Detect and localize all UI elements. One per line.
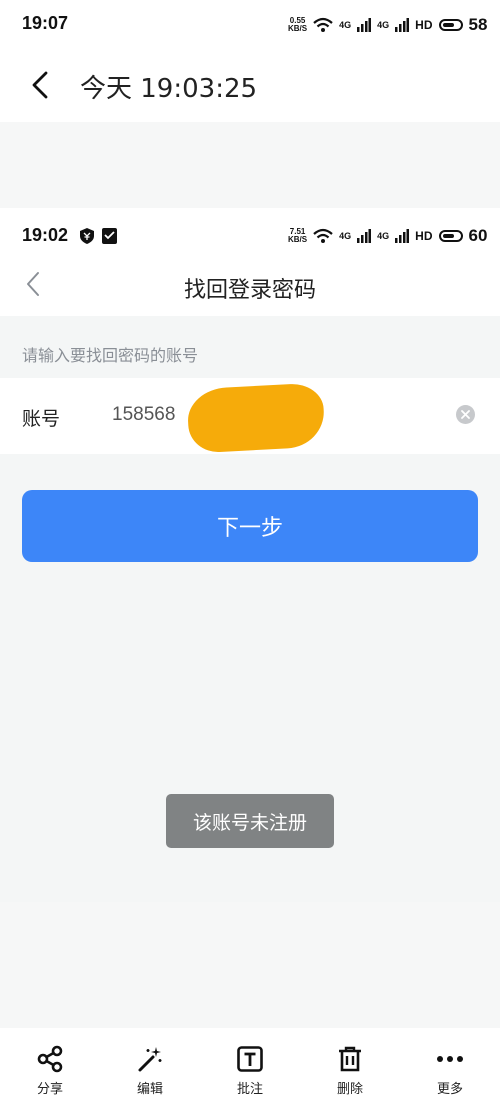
signal-bars-icon [357,229,372,243]
more-button[interactable]: 更多 [415,1044,485,1097]
account-input[interactable]: 158568 [112,404,175,426]
viewer-status-time: 19:07 [22,13,69,33]
screenshot-status-icons: 7.51 KB/S 4G 4G HD 60 [288,226,487,246]
trash-icon [339,1046,361,1072]
viewer-bottom-gap [0,902,500,1028]
wifi-icon [313,228,333,243]
account-label: 账号 [22,408,61,430]
redaction-mark [186,382,326,454]
annotate-label: 批注 [236,1082,263,1097]
viewer-gap [0,122,500,208]
signal-bars-icon [395,229,410,243]
wifi-icon [313,17,333,32]
edit-button[interactable]: 编辑 [115,1044,185,1097]
network-speed: 7.51 KB/S [288,227,308,244]
account-hint: 请输入要找回密码的账号 [22,346,199,365]
chevron-left-icon [32,71,48,99]
text-annotate-icon [237,1046,263,1072]
shield-icon [80,228,94,244]
clear-input-button[interactable] [456,405,475,424]
battery-level: 60 [468,226,488,245]
battery-icon [438,230,463,242]
viewer-toolbar: 分享 编辑 批注 删除 更多 [0,1028,500,1111]
screenshot-content: 19:02 7.51 KB/S 4G 4G HD 60 找回登录密码 请输入要找… [0,208,500,902]
screenshot-status-time: 19:02 [22,225,69,245]
delete-button[interactable]: 删除 [315,1044,385,1097]
viewer-status-icons: 0.55 KB/S 4G 4G HD 58 [288,15,487,35]
share-label: 分享 [36,1082,63,1097]
battery-icon [438,19,463,31]
page-title: 找回登录密码 [183,278,316,303]
signal-bars-icon [395,18,410,32]
signal-4g-label: 4G [339,20,352,30]
close-icon [461,410,470,419]
message-icon [102,228,117,244]
hd-label: HD [415,229,433,243]
hd-label: HD [415,18,433,32]
more-label: 更多 [436,1082,463,1097]
share-icon [37,1045,63,1073]
toast-message: 该账号未注册 [166,794,334,848]
signal-4g-label: 4G [377,231,390,241]
signal-bars-icon [357,18,372,32]
signal-4g-label: 4G [339,231,352,241]
back-button[interactable] [26,70,56,100]
network-speed: 0.55 KB/S [288,16,308,33]
share-button[interactable]: 分享 [15,1044,85,1097]
viewer-title: 今天 19:03:25 [80,74,258,104]
edit-label: 编辑 [136,1082,163,1097]
signal-4g-label: 4G [377,20,390,30]
annotate-button[interactable]: 批注 [215,1044,285,1097]
next-step-button[interactable]: 下一步 [22,490,478,562]
magic-wand-icon [138,1047,162,1072]
more-dots-icon [437,1056,463,1062]
battery-level: 58 [468,15,488,34]
delete-label: 删除 [336,1082,363,1097]
